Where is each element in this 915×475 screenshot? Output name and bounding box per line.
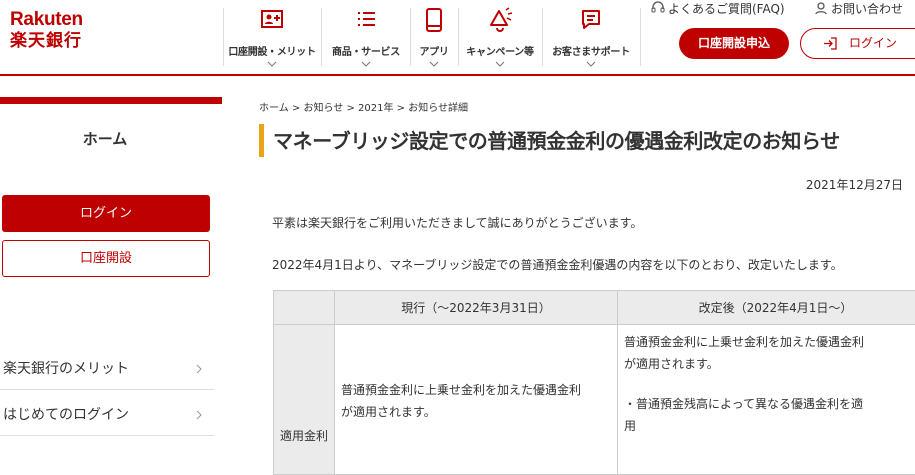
chevron-right-icon bbox=[196, 410, 202, 420]
list-icon bbox=[352, 7, 380, 33]
cell-spacer bbox=[624, 375, 915, 393]
row-label-text: 適用金利 bbox=[274, 427, 334, 474]
cell-text: 普通預金金利に上乗せ金利を加えた優遇金利 bbox=[624, 331, 915, 353]
chevron-down-icon bbox=[586, 61, 596, 67]
table-header-current: 現行（〜2022年3月31日） bbox=[335, 291, 618, 325]
sidebar-item-merit[interactable]: 楽天銀行のメリット bbox=[0, 349, 214, 390]
breadcrumb: ホーム > お知らせ > 2021年 > お知らせ詳細 bbox=[259, 99, 468, 114]
nav-label: お客さまサポート bbox=[543, 43, 639, 58]
chevron-down-icon bbox=[429, 61, 439, 67]
support-person-icon bbox=[814, 1, 828, 15]
publish-date: 2021年12月27日 bbox=[806, 176, 903, 193]
sidebar-item-first-login[interactable]: はじめてのログイン bbox=[0, 395, 214, 436]
nav-app[interactable]: アプリ bbox=[411, 4, 457, 68]
breadcrumb-sep: > bbox=[393, 103, 408, 114]
table-header-new: 改定後（2022年4月1日〜） bbox=[618, 291, 915, 325]
nav-label: 口座開設・メリット bbox=[224, 43, 320, 58]
headset-icon bbox=[651, 1, 665, 15]
table-row-label: 適用金利 bbox=[274, 325, 335, 475]
page-title: マネーブリッジ設定での普通預金金利の優遇金利改定のお知らせ bbox=[273, 126, 840, 156]
greeting-text: 平素は楽天銀行をご利用いただきまして誠にありがとうございます。 bbox=[272, 214, 642, 231]
sidebar-open-account-button[interactable]: 口座開設 bbox=[2, 240, 210, 277]
contact-link[interactable]: お問い合わせ bbox=[814, 0, 903, 17]
title-accent-bar bbox=[259, 124, 264, 157]
faq-label: よくあるご質問(FAQ) bbox=[668, 2, 785, 16]
chevron-right-icon bbox=[196, 364, 202, 374]
nav-label: キャンペーン等 bbox=[459, 43, 541, 58]
sidebar-top-bar bbox=[0, 97, 222, 104]
breadcrumb-current: お知らせ詳細 bbox=[408, 103, 468, 114]
table-cell-new: 普通預金金利に上乗せ金利を加えた優遇金利 が適用されます。 ・普通預金残高によっ… bbox=[618, 325, 915, 475]
logo-en: Rakuten bbox=[10, 10, 100, 30]
account-add-icon bbox=[258, 7, 286, 33]
cell-text: 用 bbox=[624, 415, 915, 437]
breadcrumb-year[interactable]: 2021年 bbox=[358, 103, 393, 114]
chat-support-icon bbox=[577, 7, 605, 33]
cell-text: が適用されます。 bbox=[341, 401, 617, 423]
chevron-down-icon bbox=[267, 61, 277, 67]
global-header: Rakuten 楽天銀行 口座開設・メリット 商品・サービス アプリ キャンペー… bbox=[0, 0, 915, 74]
rate-comparison-table: 現行（〜2022年3月31日） 改定後（2022年4月1日〜） 適用金利 普通預… bbox=[273, 290, 915, 475]
sidebar-home[interactable]: ホーム bbox=[0, 104, 210, 174]
table-cell-current: 普通預金金利に上乗せ金利を加えた優遇金利 が適用されます。 bbox=[335, 325, 618, 475]
breadcrumb-news[interactable]: お知らせ bbox=[303, 103, 343, 114]
cell-text: ・普通預金残高によって異なる優遇金利を適 bbox=[624, 393, 915, 415]
chevron-down-icon bbox=[361, 61, 371, 67]
rakuten-bank-logo[interactable]: Rakuten 楽天銀行 bbox=[10, 10, 100, 52]
chevron-down-icon bbox=[495, 61, 505, 67]
faq-link[interactable]: よくあるご質問(FAQ) bbox=[651, 0, 785, 17]
megaphone-icon bbox=[486, 7, 514, 33]
nav-label: アプリ bbox=[411, 43, 457, 58]
sidebar-item-label: はじめてのログイン bbox=[3, 395, 129, 435]
cell-text: 普通預金金利に上乗せ金利を加えた優遇金利 bbox=[341, 379, 617, 401]
sidebar-item-label: 楽天銀行のメリット bbox=[3, 349, 129, 389]
nav-customer-support[interactable]: お客さまサポート bbox=[543, 4, 639, 68]
contact-label: お問い合わせ bbox=[831, 2, 903, 16]
intro-text: 2022年4月1日より、マネーブリッジ設定での普通預金金利優遇の内容を以下のとお… bbox=[272, 256, 843, 273]
nav-label: 商品・サービス bbox=[322, 43, 410, 58]
breadcrumb-sep: > bbox=[343, 103, 358, 114]
login-icon bbox=[823, 37, 837, 50]
nav-divider bbox=[640, 8, 641, 66]
breadcrumb-sep: > bbox=[289, 103, 304, 114]
header-login-label: ログイン bbox=[849, 29, 897, 58]
table-header-row: 現行（〜2022年3月31日） 改定後（2022年4月1日〜） bbox=[274, 291, 915, 325]
table-header-empty bbox=[274, 291, 335, 325]
cell-text: が適用されます。 bbox=[624, 353, 915, 375]
nav-campaign[interactable]: キャンペーン等 bbox=[459, 4, 541, 68]
breadcrumb-home[interactable]: ホーム bbox=[259, 103, 289, 114]
nav-account-merit[interactable]: 口座開設・メリット bbox=[224, 4, 320, 68]
smartphone-icon bbox=[420, 7, 448, 33]
sidebar-login-button[interactable]: ログイン bbox=[2, 195, 210, 232]
header-divider bbox=[0, 74, 915, 76]
logo-jp: 楽天銀行 bbox=[10, 30, 100, 52]
header-login-button[interactable]: ログイン bbox=[800, 28, 915, 59]
table-row: 適用金利 普通預金金利に上乗せ金利を加えた優遇金利 が適用されます。 普通預金金… bbox=[274, 325, 915, 475]
nav-products-services[interactable]: 商品・サービス bbox=[322, 4, 410, 68]
open-account-button[interactable]: 口座開設申込 bbox=[679, 28, 789, 59]
